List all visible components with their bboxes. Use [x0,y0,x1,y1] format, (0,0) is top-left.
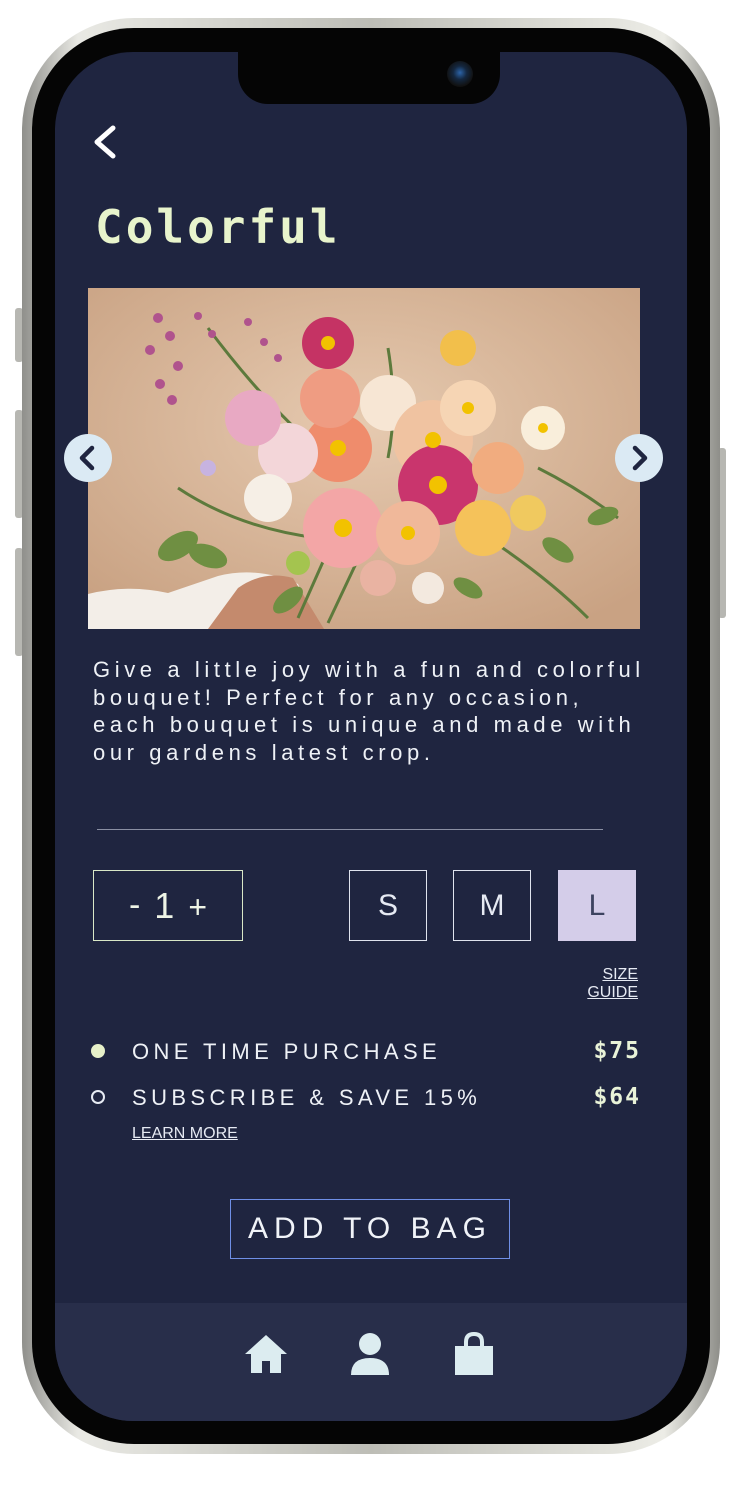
nav-account-button[interactable] [347,1331,393,1377]
chevron-left-icon [79,445,95,471]
shopping-bag-icon [455,1331,493,1375]
carousel-next-button[interactable] [615,434,663,482]
page-title: Colorful [95,200,341,254]
carousel-prev-button[interactable] [64,434,112,482]
quantity-increment-button[interactable]: + [188,889,207,926]
product-image [88,288,640,629]
quantity-stepper: - 1 + [93,870,243,941]
product-description: Give a little joy with a fun and colorfu… [93,657,645,765]
size-option-m[interactable]: M [453,870,531,941]
back-button[interactable] [89,124,123,160]
add-to-bag-button[interactable]: ADD TO BAG [230,1199,510,1259]
nav-bag-button[interactable] [451,1331,497,1377]
quantity-decrement-button[interactable]: - [129,886,140,925]
front-camera [447,61,473,87]
bottom-nav [55,1303,687,1421]
size-option-s[interactable]: S [349,870,427,941]
phone-bezel: Colorful Give a little joy with a fun an… [32,28,710,1444]
chevron-right-icon [632,445,648,471]
product-screen: Colorful Give a little joy with a fun an… [55,52,687,1421]
purchase-option-subscribe[interactable]: SUBSCRIBE & SAVE 15% $64 [91,1084,641,1115]
radio-checked[interactable] [91,1044,105,1058]
divider [97,829,603,830]
size-option-l[interactable]: L [558,870,636,941]
size-guide-link[interactable]: SIZE GUIDE [548,966,638,1002]
learn-more-link[interactable]: LEARN MORE [132,1125,238,1143]
purchase-option-label: ONE TIME PURCHASE [132,1039,442,1064]
phone-frame: Colorful Give a little joy with a fun an… [22,18,720,1454]
user-icon [351,1333,389,1375]
home-icon [245,1335,287,1373]
radio-unchecked[interactable] [91,1090,105,1104]
purchase-option-label: SUBSCRIBE & SAVE 15% [132,1085,482,1110]
purchase-option-one-time[interactable]: ONE TIME PURCHASE $75 [91,1038,641,1069]
chevron-left-icon [94,125,116,159]
notch [238,52,500,104]
nav-home-button[interactable] [243,1331,289,1377]
quantity-value: 1 [154,884,175,926]
purchase-option-price: $64 [593,1084,641,1110]
purchase-option-price: $75 [593,1038,641,1064]
